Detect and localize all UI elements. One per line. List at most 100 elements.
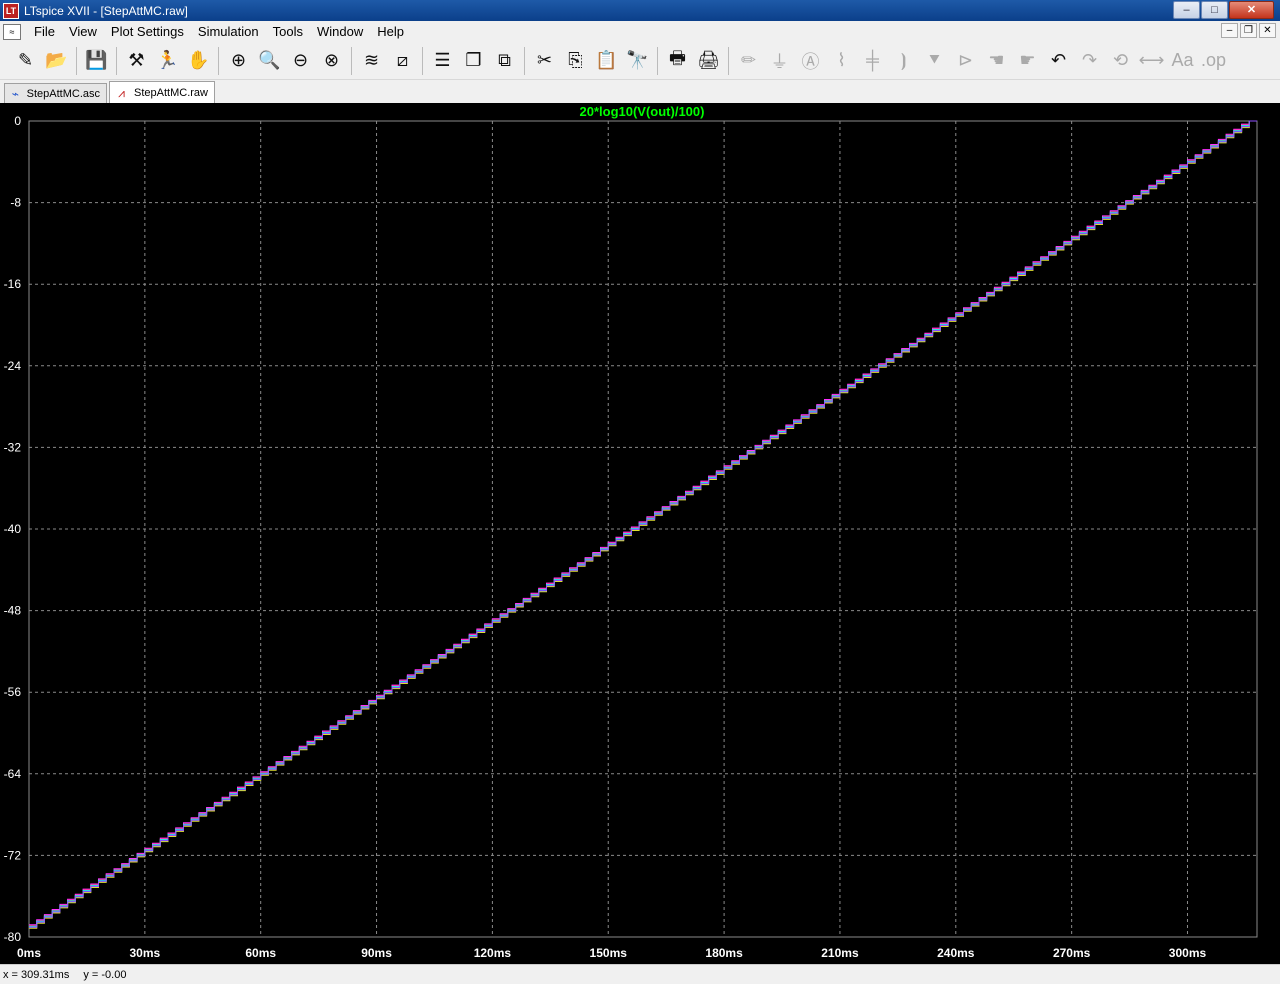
waveform-plot-pane[interactable]: 0ms 30ms 60ms 90ms 120ms 150ms 180ms 210ms 240ms… xyxy=(0,103,1280,964)
y-tick-label: -24 xyxy=(4,359,22,373)
copy-icon[interactable]: ⎘ xyxy=(560,46,591,76)
y-tick-label: -8 xyxy=(10,196,21,210)
trace-run-6 xyxy=(29,120,1257,927)
inductor-icon[interactable]: ⦘ xyxy=(888,46,919,76)
print-setup-icon[interactable]: 🖨 xyxy=(693,46,724,76)
ltspice-app-icon[interactable]: LT xyxy=(3,2,19,19)
x-tick-label: 90ms xyxy=(361,946,392,960)
menu-window[interactable]: Window xyxy=(310,21,370,42)
y-tick-label: -40 xyxy=(4,522,22,536)
component-icon[interactable]: ⊳ xyxy=(950,46,981,76)
menu-file[interactable]: File xyxy=(27,21,62,42)
y-tick-label: -48 xyxy=(4,604,22,618)
manual-limits-icon[interactable]: ⧄ xyxy=(387,46,418,76)
menu-view[interactable]: View xyxy=(62,21,104,42)
x-tick-label: 60ms xyxy=(245,946,276,960)
ground-icon[interactable]: ⏚ xyxy=(764,46,795,76)
spice-directive-icon[interactable]: .op xyxy=(1198,46,1229,76)
toolbar-separator xyxy=(116,46,117,75)
diode-icon[interactable]: ⯆ xyxy=(919,46,950,76)
minimize-button[interactable]: – xyxy=(1173,1,1200,19)
new-schematic-icon[interactable]: ✎ xyxy=(10,46,41,76)
ltspice-window: LT LTspice XVII - [StepAttMC.raw] – □ ✕ … xyxy=(0,0,1280,984)
drag-hand-icon[interactable]: ☛ xyxy=(1012,46,1043,76)
undo-icon[interactable]: ↶ xyxy=(1043,46,1074,76)
mdi-close-button[interactable]: ✕ xyxy=(1259,23,1276,38)
tab-label: StepAttMC.raw xyxy=(134,86,208,99)
document-icon[interactable]: ≈ xyxy=(3,23,21,40)
toolbar: ✎ 📂 💾 ⚒ 🏃 ✋ ⊕ 🔍 ⊖ ⊗ ≋ ⧄ ☰ ❐ ⧉ ✂ ⎘ 📋 🔭 🖶 🖨 ✏ ⏚ Ⓐ ⌇ ╪ ⦘ ⯆ ⊳ ☚ ☛ ↶ ↷ ⟲ ⟷ Aa .op xyxy=(0,42,1280,80)
toolbar-separator xyxy=(76,46,77,75)
y-tick-label: -72 xyxy=(4,848,22,862)
resistor-icon[interactable]: ⌇ xyxy=(826,46,857,76)
menu-simulation[interactable]: Simulation xyxy=(191,21,266,42)
x-tick-label: 180ms xyxy=(705,946,743,960)
zoom-cancel-icon[interactable]: ⊗ xyxy=(316,46,347,76)
title-bar: LT LTspice XVII - [StepAttMC.raw] – □ ✕ xyxy=(0,0,1280,21)
menu-tools[interactable]: Tools xyxy=(266,21,310,42)
menu-help[interactable]: Help xyxy=(370,21,411,42)
toolbar-separator xyxy=(351,46,352,75)
menu-plot-settings[interactable]: Plot Settings xyxy=(104,21,191,42)
open-folder-icon[interactable]: 📂 xyxy=(41,46,72,76)
draw-wire-icon[interactable]: ✏ xyxy=(733,46,764,76)
tile-vertical-icon[interactable]: ⧉ xyxy=(489,46,520,76)
text-icon[interactable]: Aa xyxy=(1167,46,1198,76)
y-tick-label: -16 xyxy=(4,277,22,291)
y-tick-label: -80 xyxy=(4,930,22,944)
mdi-controls: – ❐ ✕ xyxy=(1219,23,1276,38)
halt-hand-icon[interactable]: ✋ xyxy=(183,46,214,76)
window-controls: – □ ✕ xyxy=(1172,1,1274,19)
cut-icon[interactable]: ✂ xyxy=(529,46,560,76)
x-tick-label: 30ms xyxy=(129,946,160,960)
toolbar-separator xyxy=(218,46,219,75)
mdi-restore-button[interactable]: ❐ xyxy=(1240,23,1257,38)
schematic-icon: ⌁ xyxy=(11,86,19,101)
x-tick-label: 120ms xyxy=(474,946,512,960)
zoom-in-icon[interactable]: ⊕ xyxy=(223,46,254,76)
mirror-icon[interactable]: ⟷ xyxy=(1136,46,1167,76)
save-icon[interactable]: 💾 xyxy=(81,46,112,76)
x-tick-label: 0ms xyxy=(17,946,41,960)
mdi-minimize-button[interactable]: – xyxy=(1221,23,1238,38)
toolbar-separator xyxy=(422,46,423,75)
cascade-icon[interactable]: ❐ xyxy=(458,46,489,76)
paste-icon[interactable]: 📋 xyxy=(591,46,622,76)
find-icon[interactable]: 🔭 xyxy=(622,46,653,76)
tile-horizontal-icon[interactable]: ☰ xyxy=(427,46,458,76)
status-bar: x = 309.31ms y = -0.00 xyxy=(0,964,1280,984)
tab-waveform[interactable]: ⩘ StepAttMC.raw xyxy=(109,81,215,103)
y-tick-label: -56 xyxy=(4,685,22,699)
zoom-fit-icon[interactable]: 🔍 xyxy=(254,46,285,76)
waveform-chart[interactable]: 0ms 30ms 60ms 90ms 120ms 150ms 180ms 210ms 240ms… xyxy=(0,103,1280,964)
maximize-button[interactable]: □ xyxy=(1201,1,1228,19)
move-hand-icon[interactable]: ☚ xyxy=(981,46,1012,76)
print-icon[interactable]: 🖶 xyxy=(662,46,693,76)
y-tick-label: -64 xyxy=(4,767,22,781)
x-tick-label: 150ms xyxy=(590,946,628,960)
menu-items: File View Plot Settings Simulation Tools Wind… xyxy=(27,21,411,42)
y-tick-label: -32 xyxy=(4,440,22,454)
trace-run-7 xyxy=(29,120,1257,928)
tab-schematic[interactable]: ⌁ StepAttMC.asc xyxy=(4,83,107,103)
tab-label: StepAttMC.asc xyxy=(26,87,100,100)
run-icon[interactable]: 🏃 xyxy=(152,46,183,76)
control-panel-icon[interactable]: ⚒ xyxy=(121,46,152,76)
rotate-icon[interactable]: ⟲ xyxy=(1105,46,1136,76)
y-tick-label: 0 xyxy=(14,114,21,128)
label-net-icon[interactable]: Ⓐ xyxy=(795,46,826,76)
toolbar-separator xyxy=(728,46,729,75)
redo-icon[interactable]: ↷ xyxy=(1074,46,1105,76)
window-title: LTspice XVII - [StepAttMC.raw] xyxy=(24,3,188,18)
zoom-out-icon[interactable]: ⊖ xyxy=(285,46,316,76)
capacitor-icon[interactable]: ╪ xyxy=(857,46,888,76)
cursor-y-readout: y = -0.00 xyxy=(83,968,127,981)
waveform-icon: ⩘ xyxy=(118,85,125,100)
x-tick-label: 210ms xyxy=(821,946,859,960)
autorange-icon[interactable]: ≋ xyxy=(356,46,387,76)
close-button[interactable]: ✕ xyxy=(1229,1,1274,19)
menu-bar: ≈ File View Plot Settings Simulation Tools Wi… xyxy=(0,21,1280,42)
x-tick-label: 270ms xyxy=(1053,946,1091,960)
tab-strip: ⌁ StepAttMC.asc ⩘ StepAttMC.raw xyxy=(0,81,1280,103)
x-tick-label: 240ms xyxy=(937,946,975,960)
